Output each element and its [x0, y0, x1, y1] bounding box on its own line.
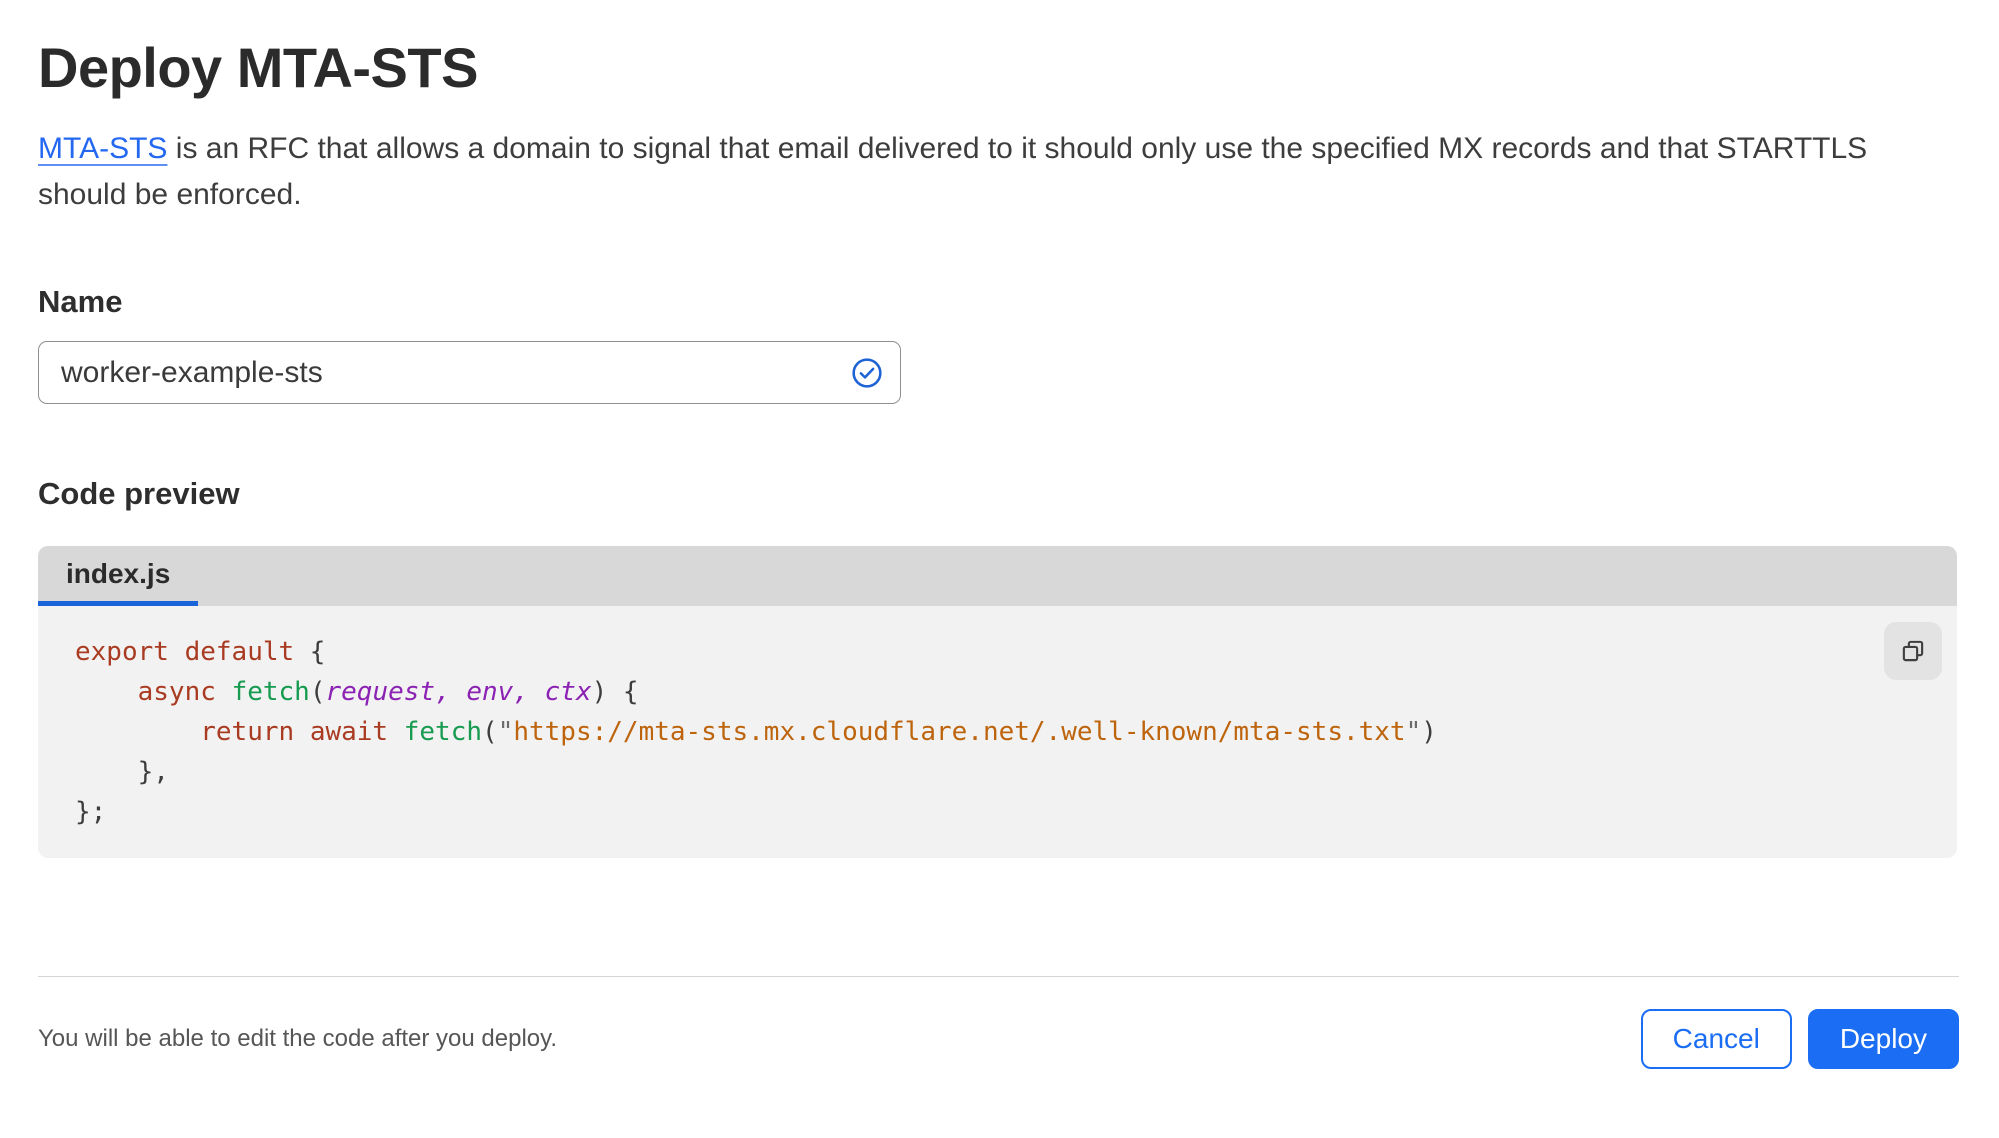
cancel-button[interactable]: Cancel	[1640, 1009, 1792, 1070]
code-line: return await fetch("https://mta-sts.mx.c…	[200, 717, 1437, 748]
code-area: export default { async fetch(request, en…	[38, 606, 1957, 859]
code-line: };	[75, 797, 107, 828]
code-line: async fetch(request, env, ctx) {	[137, 677, 639, 708]
description: MTA-STS is an RFC that allows a domain t…	[38, 126, 1943, 218]
tab-index-js[interactable]: index.js	[38, 546, 199, 607]
name-input[interactable]	[38, 341, 901, 405]
code-content: export default { async fetch(request, en…	[75, 632, 1837, 832]
code-tabbar: index.js	[38, 546, 1957, 607]
copy-button[interactable]	[1884, 622, 1942, 681]
copy-icon	[1898, 636, 1928, 666]
mta-sts-link[interactable]: MTA-STS	[38, 132, 167, 165]
deploy-mta-sts-page: Deploy MTA-STS MTA-STS is an RFC that al…	[0, 0, 1999, 1070]
code-line: export default {	[75, 637, 326, 668]
tab-label: index.js	[66, 557, 171, 589]
deploy-button[interactable]: Deploy	[1807, 1009, 1959, 1070]
description-text: is an RFC that allows a domain to signal…	[38, 132, 1868, 212]
code-preview-label: Code preview	[38, 476, 240, 512]
code-line: },	[75, 757, 169, 788]
page-title: Deploy MTA-STS	[38, 36, 478, 99]
footer-note: You will be able to edit the code after …	[38, 1025, 558, 1053]
footer-actions: Cancel Deploy	[1640, 1009, 1959, 1070]
name-input-wrap	[38, 341, 901, 405]
check-circle-icon	[851, 357, 883, 389]
name-label: Name	[38, 284, 123, 320]
code-preview-block: index.js export default { async fetch(re…	[38, 546, 1957, 859]
footer: You will be able to edit the code after …	[38, 977, 1959, 1070]
